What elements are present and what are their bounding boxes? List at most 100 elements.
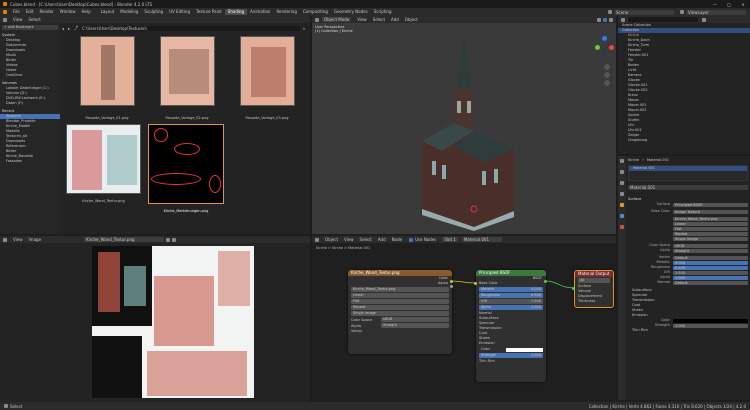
menu-select[interactable]: Select <box>26 17 44 23</box>
emission-color-swatch[interactable] <box>673 318 748 323</box>
menu-image[interactable]: Image <box>26 237 45 243</box>
tab-rendering[interactable]: Rendering <box>273 9 299 15</box>
material-slot-item[interactable]: Material.001 <box>629 166 747 171</box>
material-selector[interactable]: Material.001 <box>628 185 748 190</box>
alpha-mode-field[interactable]: Straight <box>673 248 748 253</box>
add-bookmark-button[interactable]: + Add Bookmark <box>2 25 58 30</box>
surface-input-socket[interactable] <box>572 287 575 290</box>
close-icon[interactable]: ✕ <box>736 2 750 7</box>
menu-help[interactable]: Help <box>78 9 93 15</box>
projection-field[interactable]: Flat <box>673 226 748 231</box>
blender-menu-icon[interactable] <box>3 10 7 14</box>
thin-film-panel-label[interactable]: Thin Film <box>476 359 546 364</box>
material-tab-icon[interactable] <box>620 225 624 229</box>
image-browse-field[interactable]: Kirche_Wand_Textur.png <box>84 237 165 242</box>
outliner-item[interactable]: Umgebung <box>618 138 750 143</box>
menu-object[interactable]: Object <box>402 17 421 23</box>
image-texture-node[interactable]: Kirche_Wand_Textur.png Color Alpha Kirch… <box>348 270 452 354</box>
menu-render[interactable]: Render <box>36 9 56 15</box>
menu-window[interactable]: Window <box>57 9 79 15</box>
bsdf-output-socket[interactable] <box>544 280 547 283</box>
sidebar-item[interactable]: Fassaden <box>0 159 60 164</box>
output-target-field[interactable]: All <box>578 278 610 283</box>
maximize-icon[interactable]: □ <box>722 2 736 7</box>
surface-shader-field[interactable]: Principled BSDF <box>673 202 748 207</box>
base-color-input-socket[interactable] <box>474 282 477 285</box>
object-tab-icon[interactable] <box>620 203 624 207</box>
search-icon[interactable]: ⌕ <box>300 26 308 31</box>
menu-select[interactable]: Select <box>370 17 388 23</box>
menu-edit[interactable]: Edit <box>23 9 37 15</box>
output-tab-icon[interactable] <box>620 181 624 185</box>
tab-animation[interactable]: Animation <box>247 9 273 15</box>
color-space-field[interactable]: sRGB <box>381 317 449 322</box>
ior-field[interactable]: 1.500 <box>673 270 748 275</box>
file-thumbnail-selected[interactable] <box>148 124 224 204</box>
color-output-socket[interactable] <box>450 280 453 283</box>
camera-view-icon[interactable] <box>604 80 610 86</box>
solid-shading-icon[interactable] <box>597 17 601 22</box>
editor-type-icon[interactable] <box>315 17 319 22</box>
new-image-icon[interactable] <box>166 237 171 242</box>
alpha-field[interactable]: 1.000 <box>673 275 748 280</box>
color-space-field[interactable]: sRGB <box>673 243 748 248</box>
tab-layout[interactable]: Layout <box>98 9 118 15</box>
menu-file[interactable]: File <box>10 9 23 15</box>
emission-strength-field[interactable]: 1.000 <box>673 323 748 328</box>
menu-view[interactable]: View <box>10 237 26 243</box>
rendered-shading-icon[interactable] <box>609 17 613 22</box>
alpha-field[interactable]: Alpha 1.000 <box>479 305 543 310</box>
file-thumbnail[interactable] <box>66 124 141 194</box>
scene-tab-icon[interactable] <box>620 192 624 196</box>
render-tab-icon[interactable] <box>620 170 624 174</box>
tab-uv-editing[interactable]: UV Editing <box>166 9 193 15</box>
roughness-field[interactable]: 0.500 <box>673 265 748 270</box>
image-name-field[interactable]: Kirche_Wand_Textur.png <box>351 287 449 292</box>
interpolation-field[interactable]: Linear <box>673 221 748 226</box>
outliner-search-field[interactable] <box>628 17 698 22</box>
modifier-tab-icon[interactable] <box>620 214 624 218</box>
editor-type-icon[interactable] <box>3 237 7 242</box>
normal-field[interactable]: Default <box>673 280 748 285</box>
material-slot-list[interactable]: Material.001 <box>628 165 748 181</box>
projection-field[interactable]: Flat <box>351 299 449 304</box>
tab-texture-paint[interactable]: Texture Paint <box>193 9 225 15</box>
emission-color-field[interactable]: Color <box>479 347 543 352</box>
tab-geometry-nodes[interactable]: Geometry Nodes <box>331 9 371 15</box>
image-name-field[interactable]: Kirche_Wand_Textur.png <box>673 216 748 221</box>
tab-sculpting[interactable]: Sculpting <box>141 9 166 15</box>
pan-icon[interactable] <box>604 72 610 78</box>
file-thumbnail[interactable] <box>240 36 295 106</box>
tab-modeling[interactable]: Modeling <box>117 9 141 15</box>
tool-tab-icon[interactable] <box>620 159 624 163</box>
metallic-field[interactable]: Metallic 0.000 <box>479 287 543 292</box>
church-model[interactable] <box>412 31 522 231</box>
file-thumbnail[interactable] <box>80 36 135 106</box>
source-field[interactable]: Single Image <box>673 236 748 241</box>
menu-view[interactable]: View <box>10 17 26 23</box>
extension-field[interactable]: Repeat <box>673 231 748 236</box>
emission-strength-field[interactable]: Strength 1.000 <box>479 353 543 358</box>
base-color-texture-field[interactable]: Image Texture <box>673 209 748 214</box>
editor-type-icon[interactable] <box>3 17 7 22</box>
vector-field[interactable]: Default <box>673 255 748 260</box>
sidebar-item[interactable]: Daten (F:) <box>0 101 60 106</box>
sidebar-item[interactable]: OneDrive <box>0 73 60 78</box>
editor-type-icon[interactable] <box>621 17 625 22</box>
tab-shading[interactable]: Shading <box>224 9 248 15</box>
alpha-mode-field[interactable]: Straight <box>381 323 449 328</box>
file-thumbnail[interactable] <box>160 36 215 106</box>
interpolation-field[interactable]: Linear <box>351 293 449 298</box>
filter-icon[interactable] <box>702 17 706 22</box>
tab-compositing[interactable]: Compositing <box>300 9 331 15</box>
material-output-node[interactable]: Material Output All Surface Volume Displ… <box>574 270 614 308</box>
directory-path-field[interactable]: C:\Users\User\Desktop\Texturen\ <box>80 25 300 31</box>
3d-viewport[interactable]: Object Mode View Select Add Object User … <box>312 16 616 234</box>
ior-field[interactable]: IOR 1.500 <box>479 299 543 304</box>
tab-scripting[interactable]: Scripting <box>371 9 395 15</box>
roughness-field[interactable]: Roughness 0.500 <box>479 293 543 298</box>
scene-selector[interactable]: Scene <box>614 9 674 15</box>
image-editor[interactable]: View Image Kirche_Wand_Textur.png Browse… <box>0 236 310 402</box>
node-editor[interactable]: Object View Select Add Node Use Nodes Sl… <box>312 236 616 402</box>
object-mode-dropdown[interactable]: Object Mode <box>322 17 352 22</box>
